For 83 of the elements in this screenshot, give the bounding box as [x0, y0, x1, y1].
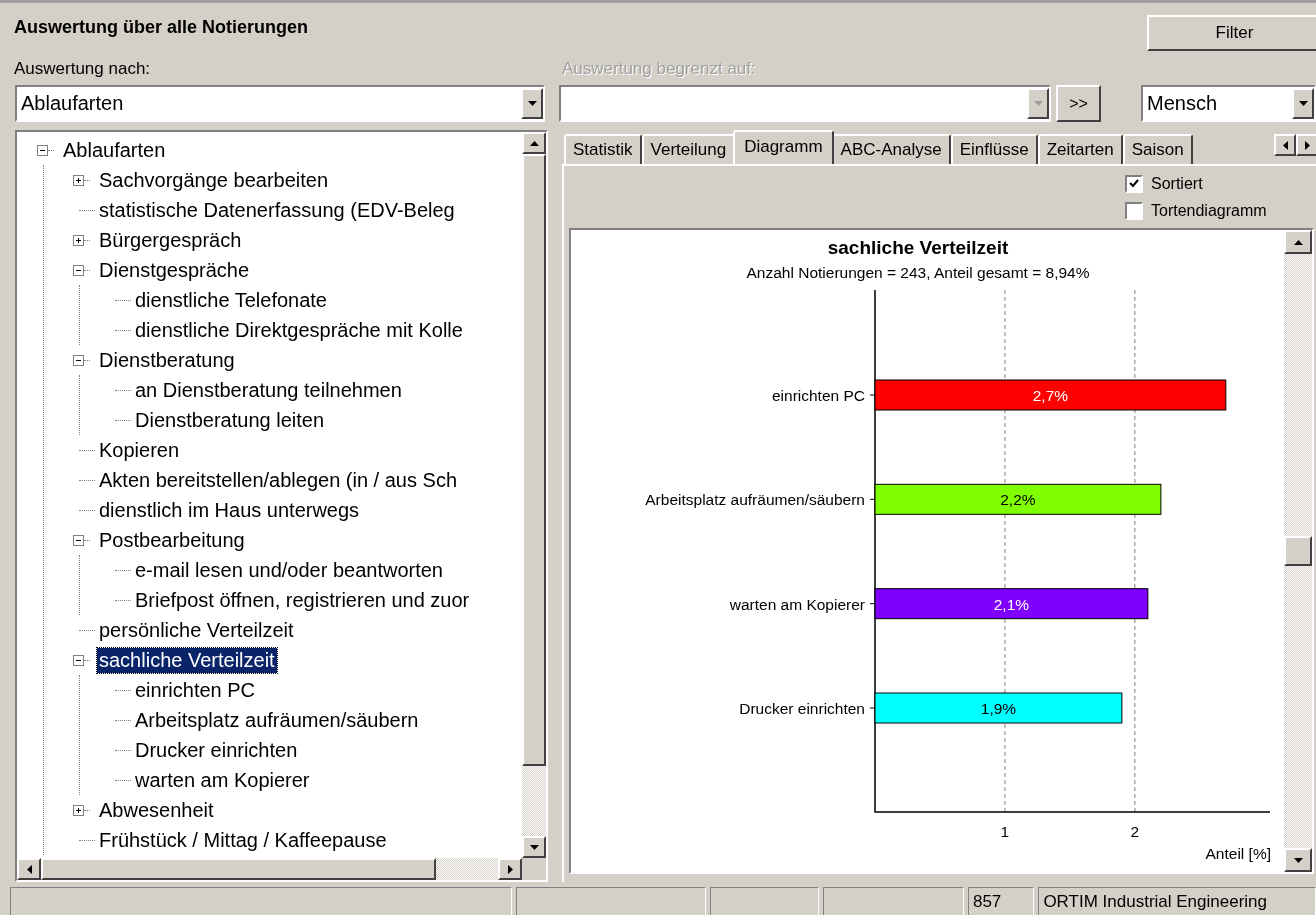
status-panel: ORTIM Industrial Engineering — [1038, 887, 1316, 915]
tree-item[interactable]: dienstlich im Haus unterwegs — [97, 497, 362, 523]
down-arrow-icon — [1033, 101, 1043, 106]
category-label: einrichten PC — [771, 387, 865, 404]
limit-dropdown[interactable] — [559, 85, 1052, 122]
checkbox[interactable] — [1125, 201, 1143, 220]
collapse-icon[interactable] — [37, 144, 48, 156]
bar-value-label: 1,9% — [980, 700, 1017, 717]
evaluation-dropdown[interactable]: Ablaufarten — [15, 85, 545, 122]
expand-icon[interactable] — [73, 174, 84, 186]
down-arrow-icon — [1293, 857, 1303, 863]
tree-item[interactable]: Abwesenheit — [97, 797, 216, 823]
checkbox-label: Sortiert — [1151, 174, 1203, 193]
tree-item[interactable]: Briefpost öffnen, registrieren und zuor — [133, 587, 472, 613]
subject-dropdown[interactable]: Mensch — [1141, 85, 1316, 122]
expand-icon[interactable] — [73, 234, 84, 246]
tree-item[interactable]: Dienstgespräche — [97, 257, 252, 283]
tab-scroll-right-button[interactable] — [1296, 134, 1316, 156]
horizontal-scrollbar[interactable] — [17, 858, 522, 880]
window-title: Auswertung über alle Notierungen — [14, 17, 309, 38]
checkmark-icon — [1129, 179, 1139, 188]
right-arrow-icon — [507, 864, 513, 874]
tree-item[interactable]: Kopieren — [97, 437, 182, 463]
scroll-thumb[interactable] — [1284, 536, 1312, 566]
vertical-scrollbar[interactable] — [522, 132, 546, 858]
checkbox-label: Tortendiagramm — [1151, 201, 1267, 220]
tree-item[interactable]: Arbeitsplatz aufräumen/säubern — [133, 707, 421, 733]
axis-label: Anteil [%] — [1205, 845, 1271, 862]
down-arrow-icon — [529, 844, 539, 850]
tick-label: 2 — [1130, 823, 1140, 840]
vertical-scrollbar[interactable] — [1284, 230, 1312, 872]
tree-item[interactable]: Ablaufarten — [61, 137, 168, 163]
chart-subtitle: Anzahl Notierungen = 243, Anteil gesamt = 8,94% — [746, 264, 1090, 281]
tab[interactable]: Statistik — [564, 134, 642, 164]
tree-item[interactable]: Sachvorgänge bearbeiten — [97, 167, 331, 193]
tab[interactable]: Einflüsse — [950, 134, 1038, 164]
tab[interactable]: Diagramm — [733, 130, 834, 164]
field-label: Auswertung nach: — [14, 59, 151, 78]
category-label: Drucker einrichten — [739, 700, 865, 717]
tree-item[interactable]: Dienstberatung — [97, 347, 237, 373]
tick-label: 1 — [1000, 823, 1010, 840]
status-panel: 857 — [967, 887, 1035, 915]
collapse-icon[interactable] — [73, 534, 84, 546]
filter-button[interactable]: Filter — [1147, 15, 1316, 51]
tree-item[interactable]: persönliche Verteilzeit — [97, 617, 296, 643]
category-label: Arbeitsplatz aufräumen/säubern — [645, 491, 865, 509]
up-arrow-icon — [1293, 239, 1303, 245]
right-arrow-icon — [1304, 140, 1310, 150]
checkbox[interactable] — [1125, 174, 1143, 193]
tree-item[interactable]: Frühstück / Mittag / Kaffeepause — [97, 827, 389, 853]
tree-item[interactable]: sachliche Verteilzeit — [97, 647, 277, 673]
tree-item[interactable]: einrichten PC — [133, 677, 258, 703]
down-arrow-icon — [527, 101, 537, 106]
bar-value-label: 2,2% — [1000, 491, 1036, 509]
tree-item[interactable]: Drucker einrichten — [133, 737, 300, 763]
chart-title: sachliche Verteilzeit — [827, 237, 1009, 258]
collapse-icon[interactable] — [73, 654, 84, 666]
tab[interactable]: Verteilung — [641, 134, 736, 164]
tree-item[interactable]: dienstliche Telefonate — [133, 287, 329, 313]
bar-value-label: 2,1% — [993, 595, 1030, 613]
tree-item[interactable]: dienstliche Direktgespräche mit Kolle — [133, 317, 465, 343]
tree-item[interactable]: e-mail lesen und/oder beantworten — [133, 557, 445, 583]
tree-item[interactable]: statistische Datenerfassung (EDV-Beleg — [97, 197, 457, 223]
tree-item[interactable]: Akten bereitstellen/ablegen (in / aus Sch — [97, 467, 459, 493]
left-arrow-icon — [1282, 140, 1288, 150]
category-label: warten am Kopierer — [729, 595, 865, 613]
tab[interactable]: Saison — [1122, 134, 1193, 164]
scrollbar-corner — [522, 858, 546, 880]
expand-icon[interactable] — [73, 804, 84, 816]
tree-item[interactable]: Dienstberatung leiten — [133, 407, 326, 433]
collapse-icon[interactable] — [73, 264, 84, 276]
down-arrow-icon — [1298, 101, 1308, 106]
tree-item[interactable]: an Dienstberatung teilnehmen — [133, 377, 404, 403]
tree-item[interactable]: Bürgergespräch — [97, 227, 244, 253]
left-arrow-icon — [26, 864, 32, 874]
tab[interactable]: ABC-Analyse — [831, 134, 951, 164]
up-arrow-icon — [529, 140, 539, 146]
tab[interactable]: Zeitarten — [1037, 134, 1123, 164]
collapse-icon[interactable] — [73, 354, 84, 366]
tab-scroll-left-button[interactable] — [1274, 134, 1296, 156]
tree-item[interactable]: warten am Kopierer — [133, 767, 312, 793]
bar-value-label: 2,7% — [1032, 387, 1069, 404]
tree-item[interactable]: Postbearbeitung — [97, 527, 247, 553]
